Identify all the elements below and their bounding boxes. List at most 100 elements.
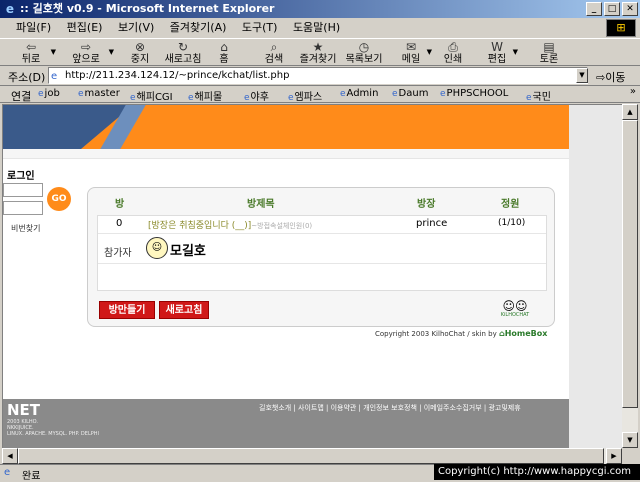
address-input[interactable]: e http://211.234.124.12/~prince/kchat/li…: [48, 67, 588, 84]
participants-row: 참가자 ☺ 모길호: [98, 234, 546, 264]
link-page-icon: e: [130, 93, 136, 103]
forward-button[interactable]: ⇨ 앞으로 ▼: [66, 40, 114, 66]
edit-dropdown-icon[interactable]: ▼: [513, 48, 518, 56]
vertical-scrollbar[interactable]: ▲ ▼: [622, 104, 638, 448]
link-master[interactable]: emaster: [78, 88, 120, 99]
menu-tools[interactable]: 도구(T): [236, 18, 284, 38]
login-id-input[interactable]: [3, 183, 43, 197]
find-password-link[interactable]: 비번찾기: [11, 223, 40, 234]
room-owner: prince: [416, 218, 448, 229]
refresh-list-button[interactable]: 새로고침: [159, 301, 209, 319]
forward-arrow-icon: ⇨: [80, 40, 92, 54]
history-button[interactable]: ◷ 목록보기: [342, 40, 386, 66]
menubar: 파일(F) 편집(E) 보기(V) 즐겨찾기(A) 도구(T) 도움말(H) ⊞: [0, 18, 640, 38]
menu-favorites[interactable]: 즐겨찾기(A): [164, 18, 233, 38]
address-dropdown-icon[interactable]: ▼: [576, 68, 588, 83]
discuss-button[interactable]: ▤ 토론: [536, 40, 562, 66]
link-daum[interactable]: eDaum: [392, 88, 428, 99]
link-page-icon: e: [526, 93, 532, 103]
stop-button[interactable]: ⊗ 중지: [126, 40, 154, 66]
vertical-scroll-thumb[interactable]: [622, 120, 638, 408]
room-capacity: (1/10): [498, 218, 526, 228]
back-dropdown-icon[interactable]: ▼: [51, 48, 56, 56]
login-password-input[interactable]: [3, 201, 43, 215]
menu-edit[interactable]: 편집(E): [61, 18, 109, 38]
favorites-icon: ★: [312, 40, 324, 54]
link-page-icon: e: [392, 89, 398, 99]
login-go-button[interactable]: GO: [47, 187, 71, 211]
link-phpschool[interactable]: ePHPSCHOOL: [440, 88, 508, 99]
site-banner: [3, 105, 569, 149]
toolbar: ⇦ 뒤로 ▼ ⇨ 앞으로 ▼ ⊗ 중지 ↻ 새로고침 ⌂ 홈 ⌕ 검색 ★ 즐겨…: [0, 38, 640, 66]
mail-button[interactable]: ✉ 메일 ▼: [398, 40, 432, 66]
link-happymall[interactable]: e해피몰: [188, 88, 222, 103]
make-room-button[interactable]: 방만들기: [99, 301, 155, 319]
col-header-title: 방제목: [247, 199, 275, 210]
search-button[interactable]: ⌕ 검색: [260, 40, 288, 66]
history-icon: ◷: [358, 40, 370, 54]
link-page-icon: e: [288, 93, 294, 103]
horizontal-scrollbar[interactable]: ◀ ▶: [2, 448, 622, 464]
close-button[interactable]: ✕: [622, 2, 638, 16]
links-label: 연결: [11, 90, 32, 103]
scroll-right-icon[interactable]: ▶: [606, 448, 622, 464]
links-more-icon[interactable]: »: [630, 86, 636, 97]
scroll-left-icon[interactable]: ◀: [2, 448, 18, 464]
stop-icon: ⊗: [134, 40, 146, 54]
room-table: 0 [방장은 취침중입니다 (__)]~방접속설체인원(0) prince (1…: [97, 215, 547, 291]
address-bar: 주소(D) e http://211.234.124.12/~prince/kc…: [0, 66, 640, 86]
refresh-button[interactable]: ↻ 새로고침: [160, 40, 206, 66]
window-title: :: 길호챗 v0.9 - Microsoft Internet Explore…: [20, 2, 275, 15]
link-admin[interactable]: eAdmin: [340, 88, 378, 99]
edit-icon: W: [491, 40, 503, 54]
discuss-icon: ▤: [543, 40, 555, 54]
link-page-icon: e: [188, 93, 194, 103]
table-row[interactable]: 0 [방장은 취침중입니다 (__)]~방접속설체인원(0) prince (1…: [98, 216, 546, 234]
menu-help[interactable]: 도움말(H): [287, 18, 346, 38]
link-page-icon: e: [340, 89, 346, 99]
forward-dropdown-icon[interactable]: ▼: [109, 48, 114, 56]
windows-logo-icon: ⊞: [606, 19, 636, 37]
maximize-button[interactable]: □: [604, 2, 620, 16]
print-icon: ⎙: [448, 40, 458, 54]
col-header-owner: 방장: [417, 199, 436, 210]
status-page-icon: e: [4, 467, 11, 478]
favorites-button[interactable]: ★ 즐겨찾기: [296, 40, 340, 66]
link-kookmin[interactable]: e국민: [526, 88, 551, 103]
menu-view[interactable]: 보기(V): [112, 18, 160, 38]
col-header-no: 방: [115, 199, 125, 210]
print-button[interactable]: ⎙ 인쇄: [440, 40, 466, 66]
go-button[interactable]: ⇨이동: [596, 69, 625, 85]
room-title[interactable]: [방장은 취침중입니다 (__)]~방접속설체인원(0): [148, 218, 312, 231]
scroll-up-icon[interactable]: ▲: [622, 104, 638, 120]
link-page-icon: e: [38, 89, 44, 99]
col-header-capacity: 정원: [501, 199, 520, 210]
scroll-down-icon[interactable]: ▼: [622, 432, 638, 448]
back-button[interactable]: ⇦ 뒤로 ▼: [14, 40, 56, 66]
room-no: 0: [116, 218, 123, 229]
edit-button[interactable]: W 편집 ▼: [484, 40, 518, 66]
home-icon: ⌂: [220, 40, 228, 54]
footer-links[interactable]: 길호챗소개 | 사이트맵 | 이용약관 | 개인정보 보호정책 | 이메일주소수…: [259, 403, 521, 413]
page-icon: e: [51, 71, 58, 82]
minimize-button[interactable]: _: [586, 2, 602, 16]
window-titlebar: e :: 길호챗 v0.9 - Microsoft Internet Explo…: [0, 0, 640, 18]
link-yahoo[interactable]: e야후: [244, 88, 269, 103]
home-button[interactable]: ⌂ 홈: [212, 40, 236, 66]
address-url: http://211.234.124.12/~prince/kchat/list…: [65, 70, 290, 81]
links-bar: 연결 ejob emaster e해피CGI e해피몰 e야후 e엠파스 eAd…: [0, 86, 640, 103]
mail-dropdown-icon[interactable]: ▼: [427, 48, 432, 56]
link-job[interactable]: ejob: [38, 88, 60, 99]
link-page-icon: e: [440, 89, 446, 99]
homebox-logo[interactable]: ⌂HomeBox: [499, 329, 547, 338]
link-empas[interactable]: e엠파스: [288, 88, 322, 103]
back-arrow-icon: ⇦: [25, 40, 37, 54]
menu-file[interactable]: 파일(F): [10, 18, 57, 38]
link-happycgi[interactable]: e해피CGI: [130, 88, 173, 103]
kilho-faces-icon: ☺☺: [502, 299, 528, 313]
site-footer: NET 2003 KILHO. NKKIJUICE. LINUX. APACHE…: [3, 399, 569, 448]
horizontal-scroll-thumb[interactable]: [18, 448, 604, 464]
footer-info: 2003 KILHO. NKKIJUICE. LINUX. APACHE. MY…: [7, 419, 99, 437]
ie-icon: e: [5, 2, 15, 16]
refresh-icon: ↻: [177, 40, 189, 54]
